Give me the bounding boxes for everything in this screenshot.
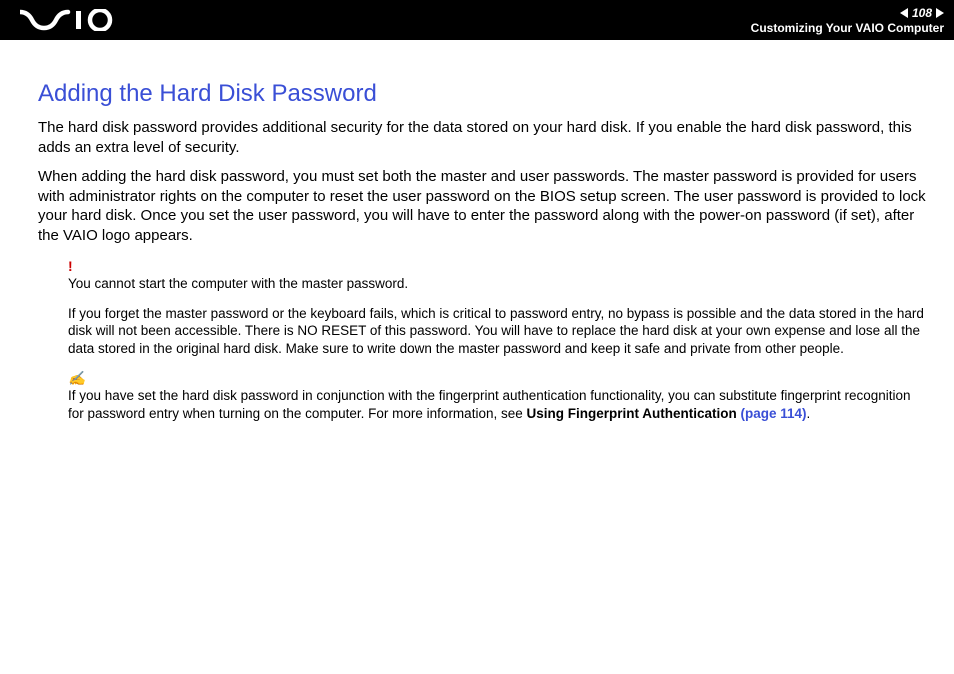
- tip-text: If you have set the hard disk password i…: [68, 387, 926, 422]
- page-content: Adding the Hard Disk Password The hard d…: [0, 40, 954, 422]
- intro-paragraph-1: The hard disk password provides addition…: [38, 118, 926, 157]
- vaio-logo: [20, 9, 130, 31]
- tip-link-title: Using Fingerprint Authentication: [526, 406, 740, 421]
- section-label: Customizing Your VAIO Computer: [751, 21, 944, 35]
- vaio-logo-icon: [20, 9, 130, 31]
- tip-link-page[interactable]: (page 114): [740, 406, 806, 421]
- page-title: Adding the Hard Disk Password: [38, 80, 926, 108]
- warning-block: ! You cannot start the computer with the…: [38, 259, 926, 357]
- tip-icon: ✍: [68, 371, 926, 385]
- tip-block: ✍ If you have set the hard disk password…: [38, 371, 926, 422]
- prev-page-icon[interactable]: [900, 8, 908, 18]
- tip-suffix: .: [807, 406, 811, 421]
- page-number: 108: [912, 6, 932, 20]
- header-bar: 108 Customizing Your VAIO Computer: [0, 0, 954, 40]
- warning-text-1: You cannot start the computer with the m…: [68, 275, 926, 293]
- intro-paragraph-2: When adding the hard disk password, you …: [38, 167, 926, 245]
- warning-text-2: If you forget the master password or the…: [68, 305, 926, 358]
- header-right: 108 Customizing Your VAIO Computer: [751, 6, 944, 35]
- page-nav: 108: [900, 6, 944, 20]
- warning-icon: !: [68, 259, 926, 273]
- next-page-icon[interactable]: [936, 8, 944, 18]
